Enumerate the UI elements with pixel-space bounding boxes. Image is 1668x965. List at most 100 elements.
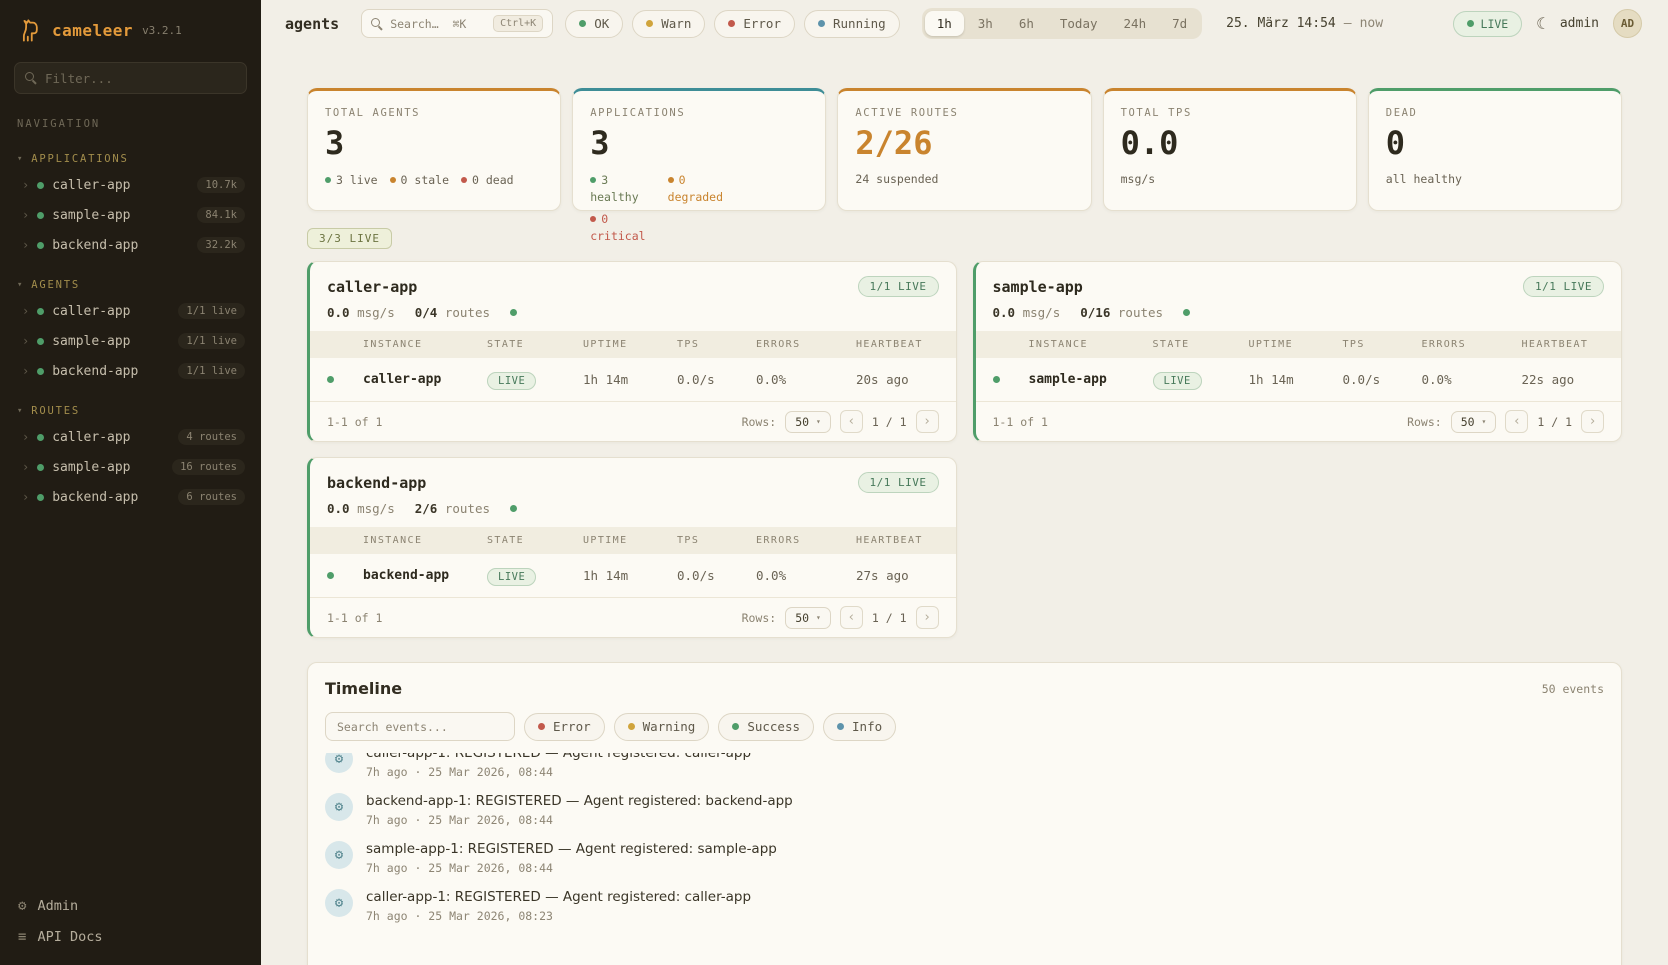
live-summary-chip: 3/3 LIVE [307,228,392,249]
filter-chip-running[interactable]: Running [804,10,900,38]
range-end: now [1360,16,1383,31]
nav-section-label: NAVIGATION [0,108,261,134]
agent-card-stats: 0.0 msg/s 0/4 routes [310,305,956,331]
table-row[interactable]: caller-app LIVE 1h 14m 0.0/s 0.0% 20s ag… [310,358,956,401]
sidebar-item-application-sample-app[interactable]: › sample-app 84.1k [0,200,261,230]
time-range-today[interactable]: Today [1048,11,1110,36]
column-header: UPTIME [1249,339,1343,350]
time-range-24h[interactable]: 24h [1112,11,1159,36]
chevron-right-icon: › [22,304,29,318]
status-dot [327,376,334,383]
prev-page-button[interactable]: ‹ [1505,410,1528,433]
column-header: UPTIME [583,535,677,546]
column-header: ERRORS [1422,339,1522,350]
time-range-6h[interactable]: 6h [1007,11,1046,36]
filter-chip-warn[interactable]: Warn [632,10,705,38]
breakdown-item: 0 stale [390,172,449,189]
filter-chip-ok[interactable]: OK [565,10,623,38]
timeline-event-list[interactable]: ⚙ caller-app-1: REGISTERED — Agent regis… [308,753,1621,965]
sidebar-item-routes-backend-app[interactable]: › backend-app 6 routes [0,482,261,512]
status-dot [37,434,44,441]
rate-unit: msg/s [1023,305,1061,320]
chip-label: Error [743,16,781,31]
timeline-event[interactable]: ⚙ caller-app-1: REGISTERED — Agent regis… [308,753,1621,786]
table-row[interactable]: backend-app LIVE 1h 14m 0.0/s 0.0% 27s a… [310,554,956,597]
table-header: INSTANCE STATE UPTIME TPS ERRORS HEARTBE… [976,331,1622,358]
table-footer: 1-1 of 1 Rows: 50▾ ‹ 1 / 1 › [976,401,1622,441]
breakdown-text: 3 healthy [590,173,638,204]
section-header-routes[interactable]: ▾ ROUTES [0,400,261,422]
global-search[interactable]: Ctrl+K [361,9,553,38]
page-indicator: 1 / 1 [872,415,907,429]
sidebar-item-label: sample-app [52,460,164,475]
global-search-input[interactable] [390,17,486,31]
chevron-left-icon: ‹ [1513,414,1521,429]
row-range-label: 1-1 of 1 [327,415,382,429]
next-page-button[interactable]: › [916,410,939,433]
sidebar-item-agent-caller-app[interactable]: › caller-app 1/1 live [0,296,261,326]
column-header: HEARTBEAT [1522,339,1605,350]
sidebar-filter-input[interactable] [45,71,236,86]
table-row[interactable]: sample-app LIVE 1h 14m 0.0/s 0.0% 22s ag… [976,358,1622,401]
timeline-filter-warning[interactable]: Warning [614,713,710,741]
section-header-agents[interactable]: ▾ AGENTS [0,274,261,296]
timeline-filter-error[interactable]: Error [524,713,605,741]
timeline-event[interactable]: ⚙ backend-app-1: REGISTERED — Agent regi… [308,786,1621,834]
prev-page-button[interactable]: ‹ [840,606,863,629]
stat-value: 3 [325,127,543,159]
stat-label: DEAD [1386,107,1604,119]
sidebar-item-api-docs[interactable]: ≡ API Docs [18,929,243,945]
sidebar-item-agent-sample-app[interactable]: › sample-app 1/1 live [0,326,261,356]
time-range-1h[interactable]: 1h [925,11,964,36]
rows-per-page-select[interactable]: 50▾ [785,411,831,433]
live-status-badge[interactable]: LIVE [1453,11,1523,37]
timeline-event-count: 50 events [1542,682,1604,696]
timeline-event[interactable]: ⚙ sample-app-1: REGISTERED — Agent regis… [308,834,1621,882]
section-header-applications[interactable]: ▾ APPLICATIONS [0,148,261,170]
avatar[interactable]: AD [1613,9,1642,38]
timeline-search-input[interactable] [325,712,515,741]
caret-down-icon: ▾ [17,280,24,290]
timeline-filter-success[interactable]: Success [718,713,814,741]
time-range-display: 25. März 14:54 — now [1226,16,1383,31]
prev-page-button[interactable]: ‹ [840,410,863,433]
live-label: LIVE [1481,17,1509,31]
timeline-filter-info[interactable]: Info [823,713,896,741]
sidebar-item-label: caller-app [52,178,189,193]
rate-value: 0.0 [993,305,1016,320]
sidebar-item-application-backend-app[interactable]: › backend-app 32.2k [0,230,261,260]
sidebar-item-label: caller-app [52,304,170,319]
chevron-right-icon: › [22,334,29,348]
rows-per-page-select[interactable]: 50▾ [1451,411,1497,433]
sidebar-filter[interactable] [14,62,247,94]
timeline-event[interactable]: ⚙ caller-app-1: REGISTERED — Agent regis… [308,882,1621,930]
chevron-right-icon: › [22,460,29,474]
menu-icon: ≡ [18,929,26,945]
rows-per-page-select[interactable]: 50▾ [785,607,831,629]
chevron-right-icon: › [923,610,931,625]
sidebar: cameleer v3.2.1 NAVIGATION ▾ APPLICATION… [0,0,261,965]
sidebar-item-admin[interactable]: ⚙ Admin [18,898,243,914]
sidebar-item-routes-caller-app[interactable]: › caller-app 4 routes [0,422,261,452]
sidebar-item-agent-backend-app[interactable]: › backend-app 1/1 live [0,356,261,386]
dark-mode-toggle[interactable]: ☾ [1536,14,1546,33]
health-dot [1183,309,1190,316]
breakdown-text: 3 live [336,173,378,187]
time-range-7d[interactable]: 7d [1160,11,1199,36]
status-dot [390,177,396,183]
sidebar-footer: ⚙ Admin ≡ API Docs [0,884,261,965]
chevron-right-icon: › [22,364,29,378]
time-range-3h[interactable]: 3h [966,11,1005,36]
next-page-button[interactable]: › [1581,410,1604,433]
sidebar-item-application-caller-app[interactable]: › caller-app 10.7k [0,170,261,200]
column-header: STATE [487,339,583,350]
agent-card-title: sample-app [993,278,1083,296]
filter-chip-error[interactable]: Error [714,10,795,38]
sidebar-item-routes-sample-app[interactable]: › sample-app 16 routes [0,452,261,482]
live-count-badge: 1/1 LIVE [1523,276,1604,297]
app-logo: cameleer v3.2.1 [0,0,261,54]
live-count-badge: 1/1 LIVE [858,472,939,493]
status-dot [590,216,596,222]
status-dot [590,177,596,183]
next-page-button[interactable]: › [916,606,939,629]
